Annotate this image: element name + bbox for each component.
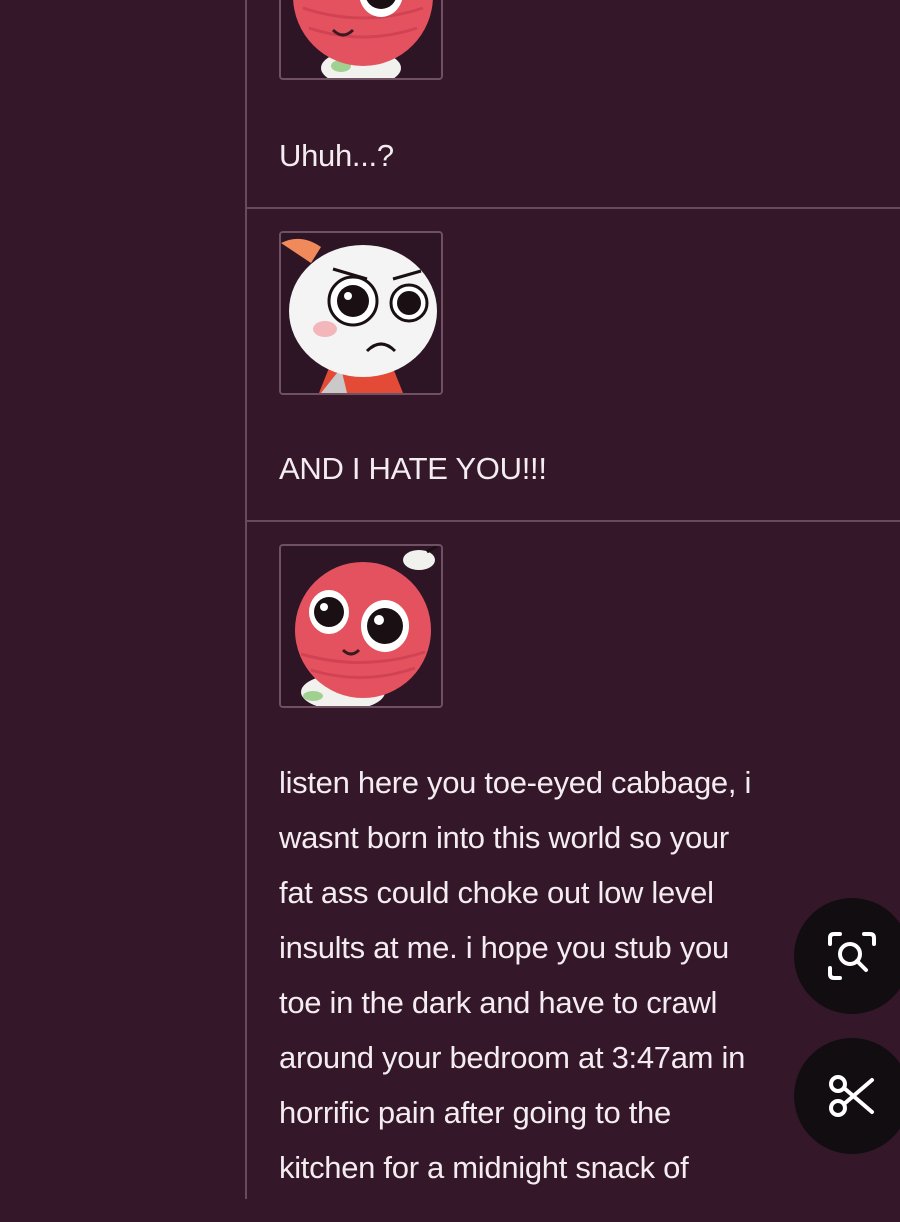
message-text: listen here you toe-eyed cabbage, i wasnt…: [279, 755, 879, 1195]
angry-white-character-avatar[interactable]: [279, 231, 443, 395]
message-text-line: wasnt born into this world so your: [279, 820, 729, 855]
scissors-icon: [829, 1075, 874, 1117]
scissors-button[interactable]: [794, 1038, 900, 1154]
red-ball-character-avatar[interactable]: [279, 544, 443, 708]
lens-search-icon: [828, 932, 876, 980]
red-ball-character-avatar[interactable]: [279, 0, 443, 80]
red-ball-character-image: [281, 546, 441, 706]
message-text: AND I HATE YOU!!!: [279, 451, 547, 486]
message-text: Uhuh...?: [279, 138, 394, 173]
message-text-line: insults at me. i hope you stub you: [279, 930, 729, 965]
message-text-line: listen here you toe-eyed cabbage, i: [279, 765, 752, 800]
message-text-line: around your bedroom at 3:47am in: [279, 1040, 746, 1075]
message-thread: Uhuh...? AND I HATE YOU!!! listen here y…: [245, 0, 900, 1199]
message-text-line: horrific pain after going to the: [279, 1095, 671, 1130]
message-text-line: toe in the dark and have to crawl: [279, 985, 718, 1020]
thread-post: AND I HATE YOU!!!: [247, 207, 900, 522]
angry-white-character-image: [281, 233, 441, 393]
message-text-line: fat ass could choke out low level: [279, 875, 714, 910]
lens-search-button[interactable]: [794, 898, 900, 1014]
red-ball-character-image: [281, 0, 441, 78]
message-text-line: kitchen for a midnight snack of: [279, 1150, 689, 1185]
thread-post: Uhuh...?: [247, 0, 900, 209]
